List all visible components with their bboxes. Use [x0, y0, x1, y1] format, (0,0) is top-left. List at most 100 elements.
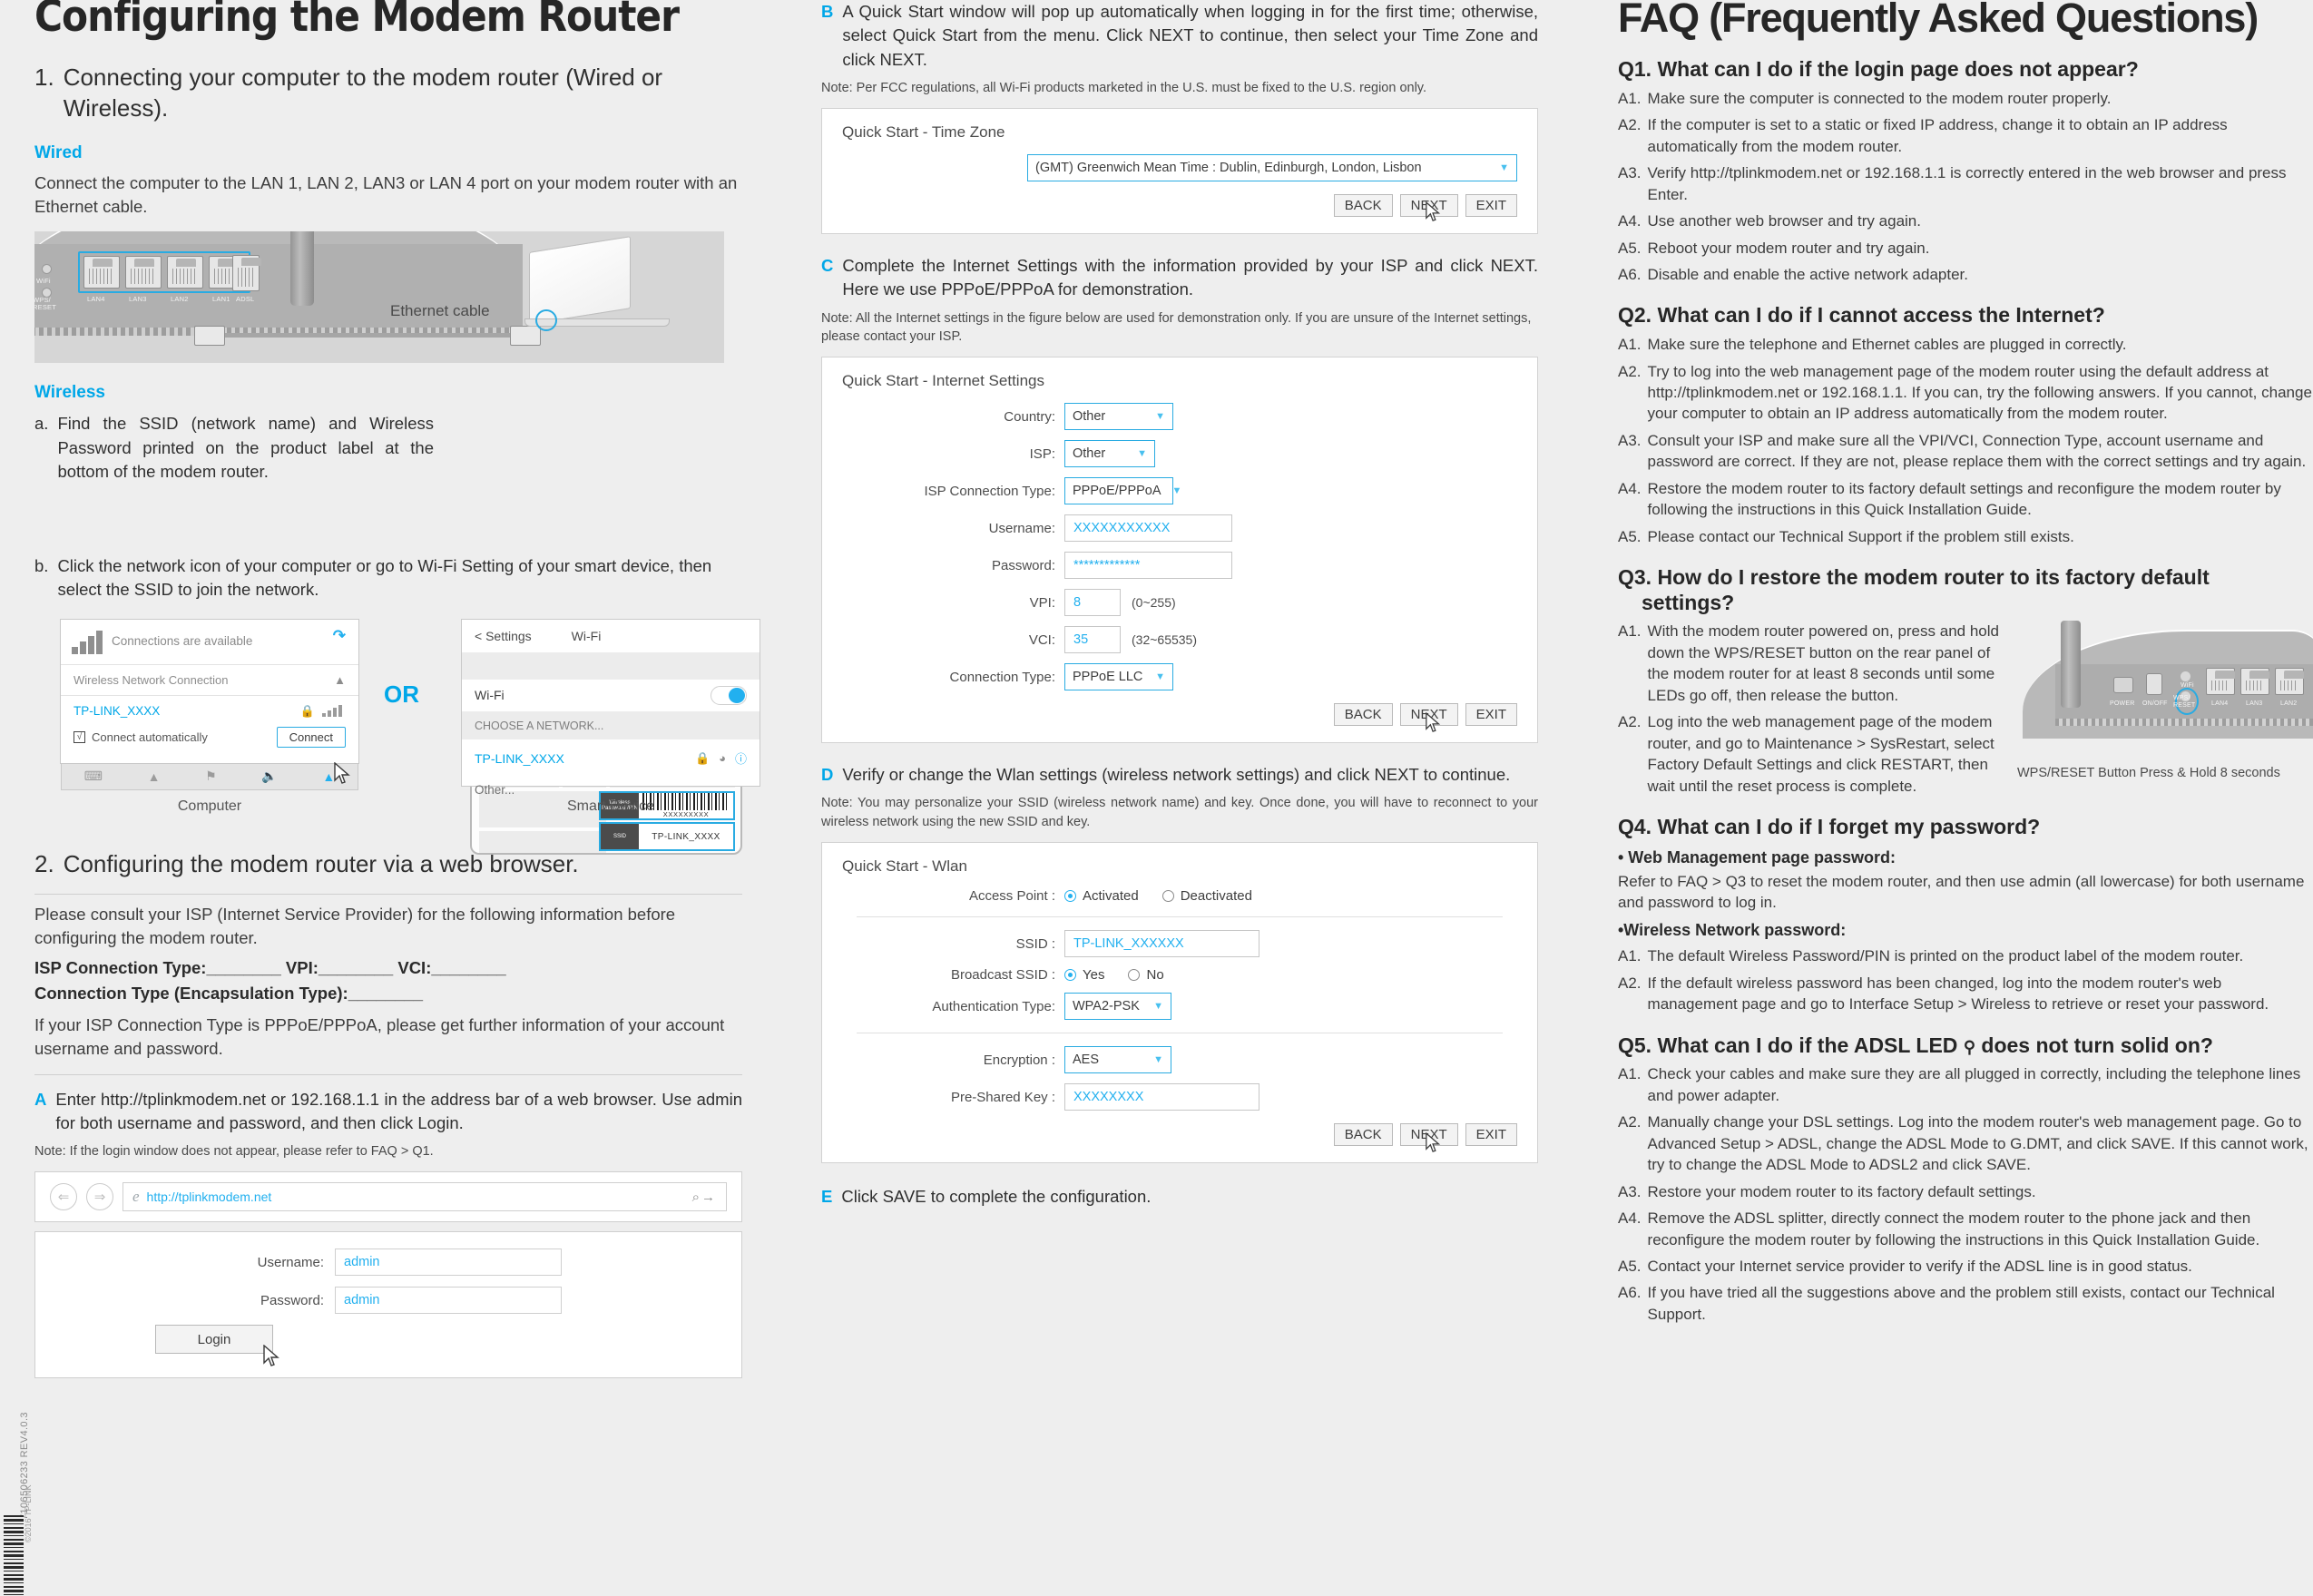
- faq-answer-row: A1. The default Wireless Password/PIN is …: [1618, 945, 2313, 966]
- password-input[interactable]: admin: [335, 1287, 562, 1315]
- faq-q3-content: A1. With the modem router powered on, pre…: [1618, 615, 2313, 797]
- encryption-row: Encryption : AES ▼: [842, 1046, 1517, 1074]
- setting-label: Country:: [1004, 408, 1055, 425]
- access-point-row: Access Point : Activated Deactivated: [842, 888, 1517, 904]
- step-C-text: Complete the Internet Settings with the …: [842, 256, 1538, 299]
- access-point-deactivated-label: Deactivated: [1180, 888, 1252, 905]
- wireless-network-connection-label: Wireless Network Connection: [74, 672, 229, 687]
- faq-answer-row: A1. Make sure the computer is connected t…: [1618, 88, 2313, 109]
- smart-device-panel: < Settings Wi-Fi Wi-Fi CHOOSE A NETWORK.…: [461, 618, 760, 797]
- tray-flag-icon[interactable]: ⚑: [205, 769, 217, 784]
- faq-answer-key: A5.: [1618, 239, 1642, 257]
- faq-answer-key: A3.: [1618, 431, 1642, 449]
- exit-button[interactable]: EXIT: [1465, 1123, 1517, 1147]
- authentication-type-label: Authentication Type:: [932, 998, 1055, 1014]
- back-icon[interactable]: ⇐: [50, 1183, 77, 1211]
- ssid-row: SSID : TP-LINK_XXXXXX: [842, 930, 1517, 958]
- access-point-deactivated-radio[interactable]: Deactivated: [1161, 888, 1252, 905]
- search-go-icons[interactable]: ⌕→: [692, 1190, 717, 1205]
- smart-device-network-item[interactable]: TP-LINK_XXXX 🔒 ◕ ⓘ: [462, 739, 760, 778]
- timezone-select[interactable]: (GMT) Greenwich Mean Time : Dublin, Edin…: [1027, 154, 1517, 182]
- setting-select[interactable]: Other ▼: [1064, 403, 1173, 431]
- back-button[interactable]: BACK: [1333, 194, 1393, 218]
- encryption-select[interactable]: AES ▼: [1064, 1046, 1171, 1074]
- lan3-port: [125, 256, 162, 289]
- back-button[interactable]: BACK: [1333, 1123, 1393, 1147]
- step-A-text: Enter http://tplinkmodem.net or 192.168.…: [55, 1089, 742, 1132]
- faq-answer-row: A2. If the default wireless password has …: [1618, 973, 2313, 1015]
- chevron-up-icon[interactable]: ▲: [334, 673, 346, 687]
- wired-connection-figure: WiFi WPS/RESET FF LAN4 LAN3 LAN2 LAN1 AD…: [34, 231, 724, 364]
- ssid-input[interactable]: TP-LINK_XXXXXX: [1064, 930, 1259, 958]
- chevron-down-icon: ▼: [1153, 1054, 1163, 1066]
- wireless-item-b: b. Click the network icon of your comput…: [34, 554, 742, 602]
- faq-answer-key: A2.: [1618, 362, 1642, 380]
- divider: [34, 1073, 742, 1075]
- router-antenna: [290, 231, 314, 307]
- username-input[interactable]: admin: [335, 1248, 562, 1277]
- setting-input[interactable]: 35: [1064, 626, 1121, 654]
- forward-icon[interactable]: ⇒: [86, 1183, 113, 1211]
- rj45-plug-laptop-side: [510, 326, 541, 347]
- faq-answer-text: Restore the modem router to its factory …: [1647, 479, 2281, 519]
- wireless-item-a-key: a.: [34, 414, 49, 434]
- timezone-card-title: Quick Start - Time Zone: [842, 123, 1005, 142]
- exit-button[interactable]: EXIT: [1465, 703, 1517, 727]
- network-selection-figures: Connections are available ↷ Wireless Net…: [34, 618, 760, 797]
- exit-button[interactable]: EXIT: [1465, 194, 1517, 218]
- setting-select[interactable]: PPPoE/PPPoA ▼: [1064, 477, 1181, 505]
- login-button[interactable]: Login: [155, 1325, 273, 1355]
- broadcast-no-radio[interactable]: No: [1128, 967, 1164, 983]
- wifi-toggle-switch[interactable]: [711, 685, 747, 705]
- setting-select[interactable]: Other ▼: [1064, 440, 1155, 468]
- setting-value: 8: [1073, 595, 1082, 611]
- wireless-network-connection-row[interactable]: Wireless Network Connection ▲: [61, 665, 358, 696]
- info-icon[interactable]: ⓘ: [735, 749, 747, 767]
- search-icon[interactable]: ⌕: [692, 1190, 701, 1205]
- page-title: Configuring the Modem Router: [34, 0, 680, 42]
- panel-top: Connections are available ↷: [61, 620, 358, 665]
- connect-automatically-checkbox[interactable]: √ Connect automatically: [74, 730, 208, 744]
- network-list-item[interactable]: TP-LINK_XXXX 🔒: [74, 704, 346, 719]
- faq-q2-question: Q2. What can I do if I cannot access the…: [1618, 303, 2105, 328]
- go-icon[interactable]: →: [701, 1190, 717, 1205]
- wireless-item-b-key: b.: [34, 556, 49, 576]
- access-point-label: Access Point :: [968, 888, 1055, 905]
- ethernet-cable: [214, 333, 537, 338]
- faq-answer-text: Consult your ISP and make sure all the V…: [1647, 431, 2307, 471]
- tray-arrow-glyph[interactable]: ▲: [148, 769, 161, 784]
- pre-shared-key-input[interactable]: XXXXXXXX: [1064, 1083, 1259, 1111]
- access-point-activated-radio[interactable]: Activated: [1064, 888, 1139, 904]
- connect-button[interactable]: Connect: [276, 726, 346, 748]
- setting-input[interactable]: XXXXXXXXXXX: [1064, 514, 1232, 543]
- back-button[interactable]: BACK: [1333, 703, 1393, 727]
- authentication-type-select[interactable]: WPA2-PSK ▼: [1064, 993, 1171, 1021]
- faq-answer-row: A1. With the modem router powered on, pre…: [1618, 621, 2008, 706]
- encryption-value: AES: [1073, 1053, 1100, 1068]
- address-bar[interactable]: e http://tplinkmodem.net ⌕→: [123, 1182, 727, 1212]
- setting-input[interactable]: 8: [1064, 589, 1121, 617]
- wifi-toggle-row[interactable]: Wi-Fi: [462, 680, 760, 712]
- faq-answer-key: A1.: [1618, 622, 1642, 641]
- faq-answer-text: The default Wireless Password/PIN is pri…: [1647, 947, 2244, 965]
- network-list: TP-LINK_XXXX 🔒 √ Connect automatically C…: [61, 696, 358, 748]
- wireless-heading: Wireless: [34, 383, 105, 403]
- copyright-text: ©2016 TP-LINK: [24, 1484, 33, 1543]
- back-to-settings-link[interactable]: < Settings: [475, 629, 532, 643]
- access-point-activated-label: Activated: [1083, 888, 1139, 905]
- timezone-button-row: BACK NEXT EXIT: [842, 194, 1517, 218]
- broadcast-yes-radio[interactable]: Yes: [1064, 967, 1104, 983]
- faq-answer-text: Log into the web management page of the …: [1647, 713, 1994, 795]
- setting-label: Password:: [991, 557, 1055, 573]
- lan2-port: [167, 256, 203, 289]
- tray-network-glyph[interactable]: ⌨: [84, 769, 103, 784]
- setting-input[interactable]: *************: [1064, 552, 1232, 580]
- lock-icon: 🔒: [694, 750, 711, 765]
- refresh-icon[interactable]: ↷: [333, 627, 346, 645]
- radio-dot: [1161, 890, 1174, 903]
- setting-select[interactable]: PPPoE LLC ▼: [1064, 663, 1173, 691]
- faq-answer-key: A4.: [1618, 479, 1642, 497]
- faq-answer-key: A1.: [1618, 336, 1642, 354]
- tray-volume-icon[interactable]: 🔈: [261, 769, 277, 784]
- faq-answer-key: A1.: [1618, 89, 1642, 107]
